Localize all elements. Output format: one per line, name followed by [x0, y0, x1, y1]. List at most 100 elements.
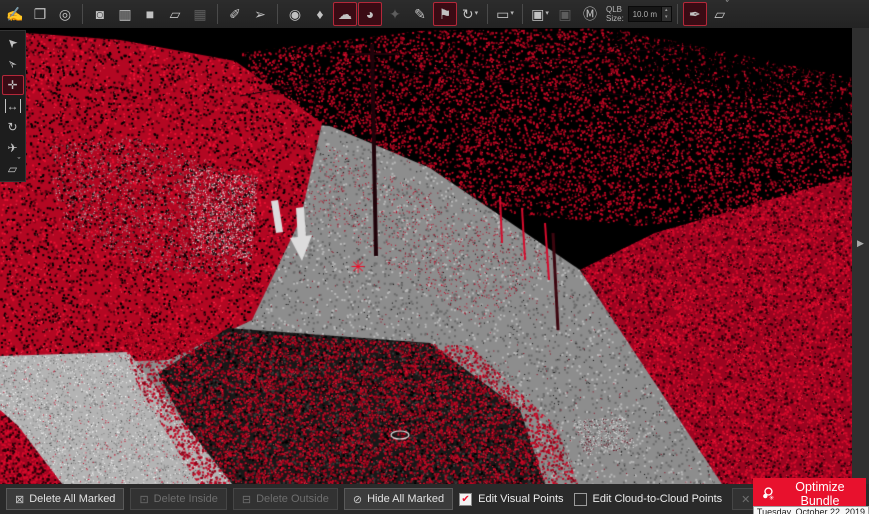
paint-select-brush[interactable]: ✒	[683, 2, 707, 26]
delete-all-marked-label: Delete All Marked	[29, 493, 115, 505]
delete-all-marked-button[interactable]: ⊠ Delete All Marked	[6, 488, 124, 510]
delete-outside-icon: ⊟	[242, 493, 251, 506]
edit-visual-points-checkbox[interactable]: ✔ Edit Visual Points	[459, 493, 563, 506]
panorama-view-icon: ▱	[170, 3, 181, 25]
hide-all-marked-icon: ⊘	[353, 493, 362, 506]
select-cursor[interactable]: ➤	[2, 33, 24, 53]
chevron-down-icon: ▾	[545, 3, 549, 25]
delete-inside-icon: ⊡	[139, 493, 148, 506]
optimize-bundle-label: Optimize Bundle	[782, 480, 858, 508]
select-points-cursor-icon: ➢	[3, 54, 23, 74]
location-pin[interactable]: ⚑	[433, 2, 457, 26]
zoom-window-icon: ◎	[59, 3, 71, 25]
checkbox-checked-icon: ✔	[459, 493, 472, 506]
panel-expander-button[interactable]: ▶	[854, 234, 867, 252]
delete-inside-label: Delete Inside	[154, 493, 218, 505]
close-icon: ✕	[741, 493, 750, 506]
pan-tool-icon: ✛	[7, 78, 17, 92]
edit-actions-group: ⊠ Delete All Marked ⊡ Delete Inside ⊟ Delete …	[6, 488, 453, 510]
app-window: ✍❐◎◙▥■▱▦✐➢◉♦☁◕✦✎⚑↻▾▭▾▣▾▣ⓂQLBSize:10.0 m▴…	[0, 0, 869, 514]
bottom-bar: ⊠ Delete All Marked ⊡ Delete Inside ⊟ Delete …	[0, 484, 869, 514]
qlb-increment-button[interactable]: ▴	[662, 7, 671, 14]
tag-labels[interactable]: ♦	[308, 2, 332, 26]
caret-top-icon: ˇ	[726, 0, 729, 9]
annotate-tool-icon: ✍	[6, 3, 23, 25]
right-panel-strip: ▶	[852, 28, 869, 484]
solid-view[interactable]: ■	[138, 2, 162, 26]
hide-all-marked-button[interactable]: ⊘ Hide All Marked	[344, 488, 453, 510]
toolbar-separator	[277, 4, 278, 24]
delete-inside-button[interactable]: ⊡ Delete Inside	[130, 488, 226, 510]
orbit-person[interactable]: ↻	[2, 117, 24, 137]
cascade-windows[interactable]: ❐	[28, 2, 52, 26]
toolbar-separator	[522, 4, 523, 24]
qlb-size-label: QLBSize:	[606, 5, 624, 23]
limit-box-icon: ▣	[531, 3, 544, 25]
limit-box-manual[interactable]: Ⓜ	[578, 2, 602, 26]
zoom-window[interactable]: ◎	[53, 2, 77, 26]
point-picker[interactable]: ➢	[248, 2, 272, 26]
qlb-steppers: ▴▾	[661, 7, 671, 21]
split-view-icon: ▥	[118, 3, 131, 25]
chevron-down-icon: ▾	[475, 3, 479, 25]
contrast-display-icon: ◕	[366, 3, 374, 25]
solid-view-icon: ■	[146, 3, 154, 25]
edit-cloud-to-cloud-checkbox[interactable]: Edit Cloud-to-Cloud Points	[574, 493, 723, 506]
hide-all-marked-label: Hide All Marked	[367, 493, 444, 505]
limit-box[interactable]: ▣▾	[528, 2, 552, 26]
measure-tool[interactable]: ✐	[223, 2, 247, 26]
tag-labels-icon: ♦	[316, 3, 323, 25]
orbit-person-icon: ↻	[7, 120, 17, 134]
clip-box-icon: ▱	[8, 162, 17, 176]
sketch-measure-icon: ✎	[414, 3, 426, 25]
image-gallery[interactable]: ▦	[188, 2, 212, 26]
date-tooltip: Tuesday, October 22, 2019	[753, 506, 869, 514]
point-cloud-viewport[interactable]	[0, 28, 852, 484]
limit-box-secondary-icon: ▣	[558, 3, 571, 25]
point-cloud-toggle-icon: ☁	[338, 3, 352, 25]
orbit-angle-icon: ↻	[462, 3, 474, 25]
edit-visual-points-checkbox-label: Edit Visual Points	[478, 493, 563, 505]
checkbox-unchecked-icon	[574, 493, 587, 506]
panorama-view[interactable]: ▱	[163, 2, 187, 26]
limit-box-secondary[interactable]: ▣	[553, 2, 577, 26]
toolbar-separator	[677, 4, 678, 24]
selection-marquee-icon: ▭	[496, 3, 509, 25]
photo-view[interactable]: ◙	[88, 2, 112, 26]
clip-box[interactable]: ▱ˇ	[2, 159, 24, 179]
point-cloud-toggle[interactable]: ☁	[333, 2, 357, 26]
measure-distance-icon: ↔	[5, 99, 21, 113]
delete-outside-label: Delete Outside	[256, 493, 329, 505]
image-gallery-icon: ▦	[193, 3, 206, 25]
wireframe-view-icon: ✦	[389, 3, 401, 25]
annotate-tool[interactable]: ✍	[3, 2, 27, 26]
sketch-measure[interactable]: ✎	[408, 2, 432, 26]
optimize-bundle-button[interactable]: ✳ Optimize Bundle	[753, 478, 866, 509]
delete-all-marked-icon: ⊠	[15, 493, 24, 506]
pan-tool[interactable]: ✛	[2, 75, 24, 95]
location-pin-icon: ⚑	[439, 3, 452, 25]
qlb-decrement-button[interactable]: ▾	[662, 14, 671, 21]
split-view[interactable]: ▥	[113, 2, 137, 26]
measure-tool-icon: ✐	[229, 3, 241, 25]
fly-mode[interactable]: ✈	[2, 138, 24, 158]
eraser-tool[interactable]: ▱ˇ	[708, 2, 732, 26]
orbit-angle[interactable]: ↻▾	[458, 2, 482, 26]
chevron-right-icon: ▶	[857, 238, 864, 249]
qlb-size-value: 10.0 m	[629, 10, 661, 19]
contrast-display[interactable]: ◕	[358, 2, 382, 26]
photo-view-icon: ◙	[96, 3, 104, 25]
measure-distance[interactable]: ↔	[2, 96, 24, 116]
qlb-size-input[interactable]: 10.0 m▴▾	[628, 6, 672, 22]
toolbar-separator	[217, 4, 218, 24]
target-marker[interactable]: ◉	[283, 2, 307, 26]
edit-options-group: ✔ Edit Visual Points Edit Cloud-to-Cloud P…	[459, 488, 799, 510]
limit-box-manual-icon: Ⓜ	[583, 3, 597, 25]
qlb-size-field: QLBSize:10.0 m▴▾	[606, 5, 672, 23]
select-points-cursor[interactable]: ➢	[2, 54, 24, 74]
delete-outside-button[interactable]: ⊟ Delete Outside	[233, 488, 338, 510]
selection-marquee[interactable]: ▭▾	[493, 2, 517, 26]
wireframe-view[interactable]: ✦	[383, 2, 407, 26]
select-cursor-icon: ➤	[3, 33, 23, 53]
fly-mode-icon: ✈	[7, 141, 17, 155]
